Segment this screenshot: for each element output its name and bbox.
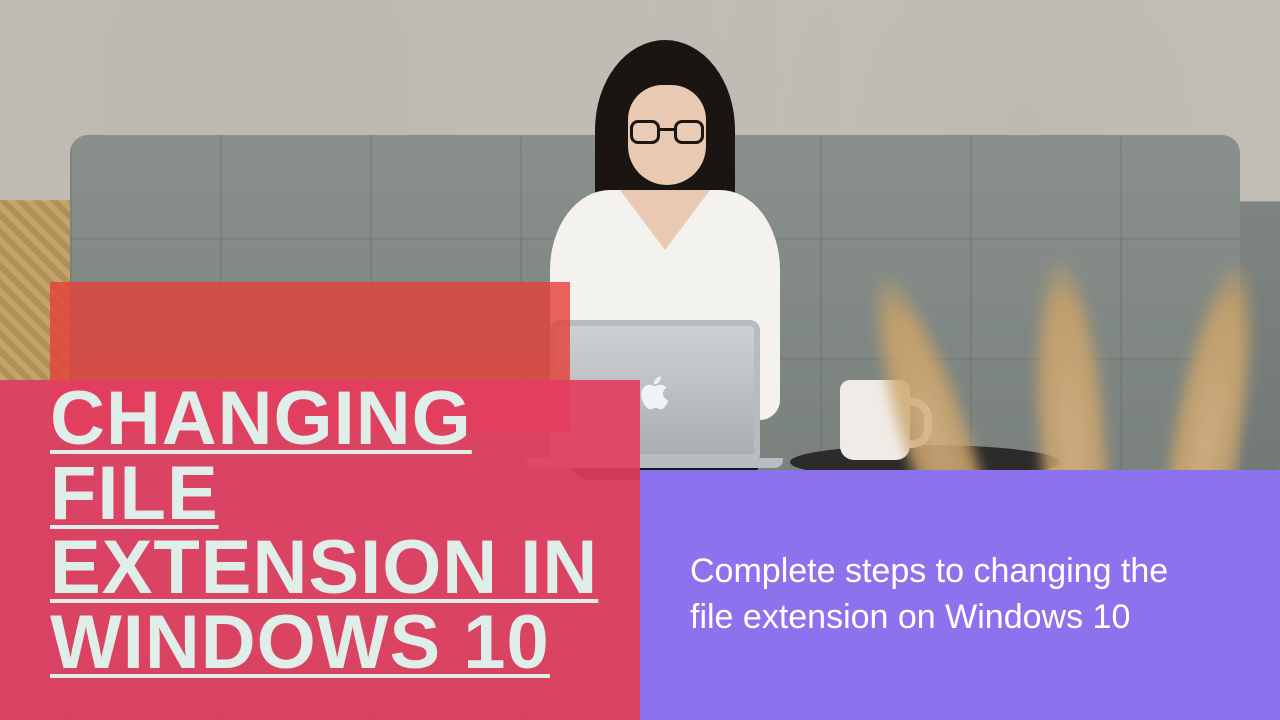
main-title: CHANGING FILE EXTENSION IN WINDOWS 10 xyxy=(50,382,610,680)
mug xyxy=(840,380,910,460)
subtitle-text: Complete steps to changing the file exte… xyxy=(690,549,1220,641)
glasses-icon xyxy=(630,120,704,144)
apple-logo-icon xyxy=(640,375,670,411)
right-panel: Complete steps to changing the file exte… xyxy=(640,470,1280,720)
